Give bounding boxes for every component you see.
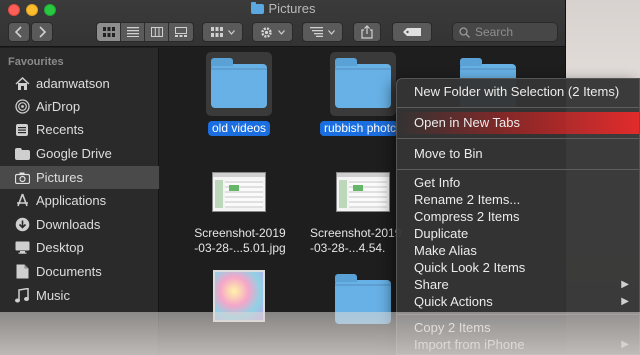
sidebar-item-label: Applications [36,193,107,208]
menu-item-rename[interactable]: Rename 2 Items... [397,191,639,208]
music-icon [14,288,30,304]
sidebar-item-music[interactable]: Music [0,284,159,307]
sidebar-item-label: Documents [36,264,102,279]
menu-item-duplicate[interactable]: Duplicate [397,225,639,242]
file-name-label: old videos [208,121,270,136]
documents-icon [14,264,30,280]
sidebar-item-label: Recents [36,122,84,137]
sidebar-item-label: Desktop [36,240,84,255]
grid-icon [102,27,115,37]
folder-icon [14,146,30,162]
folder-icon [250,2,264,14]
group-by-button[interactable] [202,22,243,42]
sidebar-heading: Favourites [8,56,64,68]
menu-item-quick-actions[interactable]: Quick Actions ▶ [397,293,639,310]
applications-icon [14,193,30,209]
sort-lines-icon [310,27,323,37]
sidebar-item-label: Downloads [36,217,101,232]
sidebar-item-label: adamwatson [36,76,110,91]
arrange-button[interactable] [302,22,343,42]
file-name-label: Screenshot-2019 -03-28-...5.01.jpg [194,226,286,255]
sidebar-item-recents[interactable]: Recents [0,118,159,141]
gallery-icon [175,27,187,37]
share-button[interactable] [353,22,381,42]
icon-view-button[interactable] [97,23,121,41]
sidebar-item-pictures[interactable]: Pictures [0,166,159,189]
submenu-arrow-icon: ▶ [621,339,629,350]
column-view-button[interactable] [145,23,169,41]
chevron-down-icon [328,29,335,35]
menu-item-new-folder-with-selection[interactable]: New Folder with Selection (2 Items) [397,81,639,103]
folder-icon [211,58,267,108]
menu-separator [397,314,639,315]
menu-item-quick-look[interactable]: Quick Look 2 Items [397,259,639,276]
titlebar: Pictures [0,0,565,47]
menu-item-compress[interactable]: Compress 2 Items [397,208,639,225]
sidebar-item-documents[interactable]: Documents [0,260,159,283]
context-menu: New Folder with Selection (2 Items) Open… [396,78,640,355]
menu-separator [397,107,639,108]
downloads-icon [14,217,30,233]
sidebar-item-label: Pictures [36,170,83,185]
forward-button[interactable] [31,22,53,42]
file-name-label: rubbish photc [320,121,398,136]
file-item-screenshot-1[interactable] [212,172,266,212]
sidebar-item-label: Google Drive [36,146,112,161]
chevron-down-icon [227,29,235,35]
columns-icon [150,27,163,37]
chevron-left-icon [15,26,22,38]
window-title: Pictures [0,1,565,17]
menu-separator [397,138,639,139]
window-title-text: Pictures [268,1,316,16]
menu-item-make-alias[interactable]: Make Alias [397,242,639,259]
list-view-button[interactable] [121,23,145,41]
file-item-screenshot-2[interactable] [336,172,390,212]
camera-icon [14,170,30,186]
menu-item-copy[interactable]: Copy 2 Items [397,319,639,336]
menu-item-share[interactable]: Share ▶ [397,276,639,293]
edit-tags-button[interactable] [392,22,432,42]
sidebar: Favourites adamwatson AirDrop Recents Go… [0,48,159,355]
list-icon [126,27,139,37]
search-input[interactable] [475,25,555,39]
gear-icon [261,26,272,38]
sidebar-item-label: Music [36,288,70,303]
file-item-image-thumbnail[interactable] [213,270,265,322]
submenu-arrow-icon: ▶ [621,296,629,307]
sidebar-item-adamwatson[interactable]: adamwatson [0,72,159,95]
menu-separator [397,169,639,170]
menu-item-open-in-new-tabs[interactable]: Open in New Tabs [397,112,639,134]
menu-item-get-info[interactable]: Get Info [397,174,639,191]
menu-item-import-from-iphone[interactable]: Import from iPhone ▶ [397,336,639,353]
chevron-right-icon [39,26,46,38]
sidebar-item-applications[interactable]: Applications [0,189,159,212]
sidebar-item-google-drive[interactable]: Google Drive [0,142,159,165]
desktop-icon [14,240,30,256]
sidebar-item-downloads[interactable]: Downloads [0,213,159,236]
search-field[interactable] [452,22,558,42]
tag-icon [403,28,421,36]
view-mode-segmented-control[interactable] [96,22,194,42]
sidebar-item-airdrop[interactable]: AirDrop [0,95,159,118]
folder-icon [335,274,391,324]
action-menu-button[interactable] [252,22,293,42]
recents-icon [14,122,30,138]
airdrop-icon [14,99,30,115]
submenu-arrow-icon: ▶ [621,279,629,290]
search-icon [459,26,470,38]
sidebar-item-label: AirDrop [36,99,81,114]
gallery-view-button[interactable] [169,23,193,41]
sidebar-item-desktop[interactable]: Desktop [0,236,159,259]
share-icon [361,25,373,39]
folder-icon [335,58,391,108]
grid-icon [210,27,223,37]
back-button[interactable] [8,22,30,42]
home-icon [14,76,30,92]
chevron-down-icon [278,29,285,35]
menu-item-move-to-bin[interactable]: Move to Bin [397,143,639,165]
